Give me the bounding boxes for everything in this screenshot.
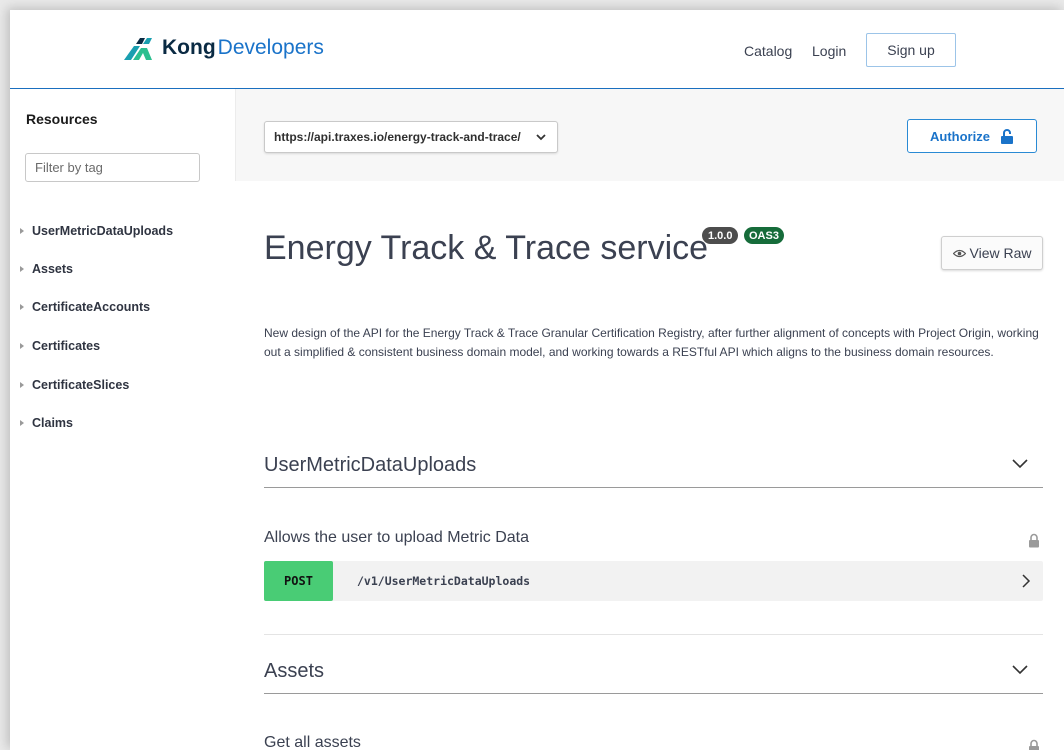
section-title: Assets [264,660,325,682]
authorize-label: Authorize [930,128,990,144]
top-header: Kong Developers Catalog Login Sign up [10,10,1064,89]
nav-login-link[interactable]: Login [812,43,846,59]
signup-button[interactable]: Sign up [866,33,956,67]
sidebar-item-certificateslices[interactable]: CertificateSlices [20,378,129,392]
sidebar-item-label: UserMetricDataUploads [32,224,174,238]
sidebar-item-assets[interactable]: Assets [20,262,73,276]
resources-sidebar: Resources UserMetricDataUploads Assets C… [10,89,235,750]
server-url: https://api.traxes.io/energy-track-and-t… [274,130,521,144]
filter-by-tag-input[interactable] [25,153,200,182]
main-content: https://api.traxes.io/energy-track-and-t… [235,89,1064,750]
caret-right-icon [20,420,24,426]
sidebar-item-label: CertificateSlices [32,378,130,392]
sidebar-item-label: Certificates [32,339,101,353]
section-title: UserMetricDataUploads [264,454,477,476]
nav-catalog-link[interactable]: Catalog [744,43,792,59]
kong-logo-icon [124,38,152,60]
sidebar-item-certificateaccounts[interactable]: CertificateAccounts [20,300,150,314]
lock-icon[interactable] [1028,533,1040,548]
caret-right-icon [20,304,24,310]
view-raw-button[interactable]: View Raw [941,236,1043,270]
section-assets[interactable]: Assets [264,649,1043,694]
browser-window: Kong Developers Catalog Login Sign up Re… [10,10,1064,750]
chevron-down-icon [536,134,546,141]
sidebar-item-claims[interactable]: Claims [20,416,73,430]
version-badge: 1.0.0 [702,227,739,244]
sidebar-item-usermetricdatauploads[interactable]: UserMetricDataUploads [20,224,173,238]
chevron-down-icon [1012,459,1028,469]
api-description: New design of the API for the Energy Tra… [264,326,1039,359]
sidebar-item-label: CertificateAccounts [32,300,151,314]
operation-path: /v1/UserMetricDataUploads [357,574,531,588]
unlocked-lock-icon [1000,128,1013,144]
section-usermetricdatauploads[interactable]: UserMetricDataUploads [264,443,1043,488]
section-divider [264,634,1043,635]
view-raw-label: View Raw [969,245,1032,261]
brand-logo[interactable]: Kong Developers [122,32,324,64]
brand-suffix: Developers [217,36,324,59]
sidebar-title: Resources [26,111,98,127]
caret-right-icon [20,228,24,234]
server-bar: https://api.traxes.io/energy-track-and-t… [235,89,1064,181]
authorize-button[interactable]: Authorize [907,119,1037,153]
oas-badge: OAS3 [744,227,784,244]
api-title: Energy Track & Trace service [264,229,709,267]
server-select[interactable]: https://api.traxes.io/energy-track-and-t… [264,121,558,153]
operation-summary: Get all assets [264,734,361,750]
caret-right-icon [20,343,24,349]
operation-row-post[interactable]: POST /v1/UserMetricDataUploads [264,561,1043,601]
operation-summary: Allows the user to upload Metric Data [264,529,530,546]
caret-right-icon [20,266,24,272]
lock-icon[interactable] [1028,739,1040,750]
chevron-down-icon [1012,665,1028,675]
sidebar-item-label: Assets [32,262,73,276]
brand-name: Kong [162,36,216,59]
sidebar-item-label: Claims [32,416,73,430]
caret-right-icon [20,382,24,388]
eye-icon [952,249,966,257]
sidebar-item-certificates[interactable]: Certificates [20,339,100,353]
post-method-badge: POST [264,561,333,601]
chevron-right-icon [1022,574,1031,588]
